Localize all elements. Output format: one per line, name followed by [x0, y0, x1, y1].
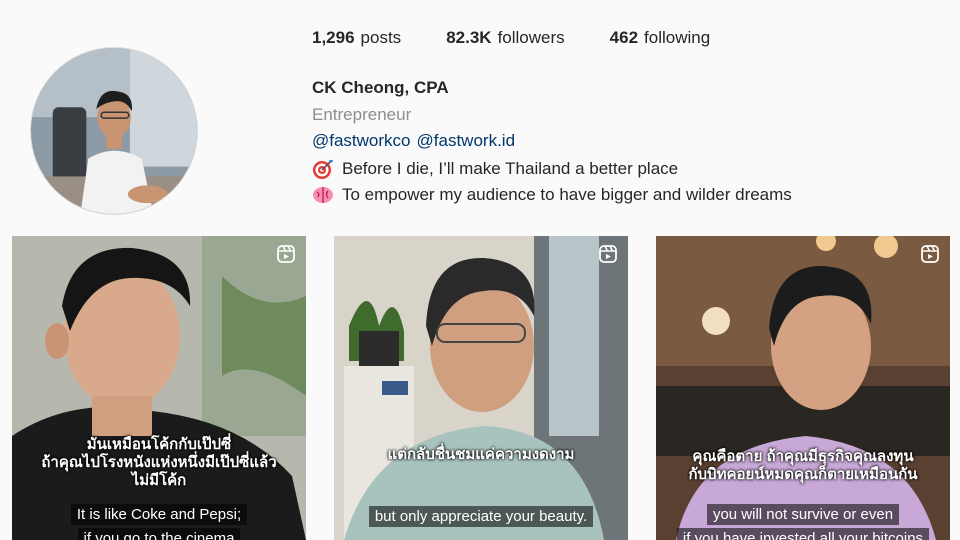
following-count[interactable]: 462 following: [610, 28, 711, 48]
reel-icon: [599, 245, 617, 263]
reel-subtitle-english: It is like Coke and Pepsi;: [12, 504, 306, 526]
followers-number: 82.3K: [446, 28, 492, 47]
subtitle-line: if you have invested all your bitcoins: [676, 528, 930, 540]
profile-mentions: @fastworkco @fastwork.id: [312, 131, 521, 151]
bio-text: Before I die, I’ll make Thailand a bette…: [342, 159, 679, 178]
reel-icon: [277, 245, 295, 263]
target-emoji-icon: [313, 160, 333, 179]
mention-link-fastwork-id[interactable]: @fastwork.id: [417, 131, 516, 150]
following-number: 462: [609, 28, 639, 47]
mention-link-fastworkco[interactable]: @fastworkco: [312, 131, 411, 150]
posts-number: 1,296: [312, 28, 355, 47]
profile-name: CK Cheong, CPA: [312, 78, 449, 97]
avatar-image: [31, 48, 197, 214]
followers-label: followers: [497, 28, 565, 47]
bio-line: Before I die, I’ll make Thailand a bette…: [312, 158, 678, 180]
reel-subtitle-english: you will not survive or even: [656, 504, 950, 526]
reel-subtitle-thai: คุณคือตาย ถ้าคุณมีธุรกิจคุณลงทุน กับบิทค…: [688, 448, 918, 483]
reel-subtitle-thai: มันเหมือนโค้กกับเป๊ปซี่ ถ้าคุณไปโรงหนังแ…: [41, 436, 277, 489]
reel-thumbnail: [12, 236, 306, 540]
reel-post[interactable]: แต่กลับชื่นชมแค่ความงดงาม but only appre…: [334, 236, 628, 540]
subtitle-line: if you go to the cinema: [77, 528, 241, 540]
posts-label: posts: [360, 28, 402, 47]
subtitle-line: It is like Coke and Pepsi;: [70, 504, 248, 525]
reel-subtitle-english: if you have invested all your bitcoins: [656, 528, 950, 540]
reel-post[interactable]: มันเหมือนโค้กกับเป๊ปซี่ ถ้าคุณไปโรงหนังแ…: [12, 236, 306, 540]
reel-thumbnail: [334, 236, 628, 540]
reel-subtitle-english: but only appreciate your beauty.: [334, 506, 628, 528]
brain-emoji-icon: [313, 187, 333, 203]
followers-count[interactable]: 82.3K followers: [446, 28, 564, 48]
reel-post[interactable]: คุณคือตาย ถ้าคุณมีธุรกิจคุณลงทุน กับบิทค…: [656, 236, 950, 540]
posts-count[interactable]: 1,296 posts: [312, 28, 401, 48]
bio-line: To empower my audience to have bigger an…: [312, 184, 792, 206]
reel-subtitle-thai: แต่กลับชื่นชมแค่ความงดงาม: [387, 446, 575, 463]
following-label: following: [644, 28, 711, 47]
reel-thumbnail: [656, 236, 950, 540]
reel-subtitle-english: if you go to the cinema: [12, 528, 306, 540]
subtitle-line: you will not survive or even: [706, 504, 900, 525]
bio-text: To empower my audience to have bigger an…: [342, 185, 792, 204]
profile-category: Entrepreneur: [312, 105, 412, 124]
subtitle-line: but only appreciate your beauty.: [368, 506, 594, 527]
reel-icon: [921, 245, 939, 263]
profile-avatar[interactable]: [30, 47, 198, 215]
profile-stats: 1,296 posts 82.3K followers 462 following: [312, 28, 755, 48]
